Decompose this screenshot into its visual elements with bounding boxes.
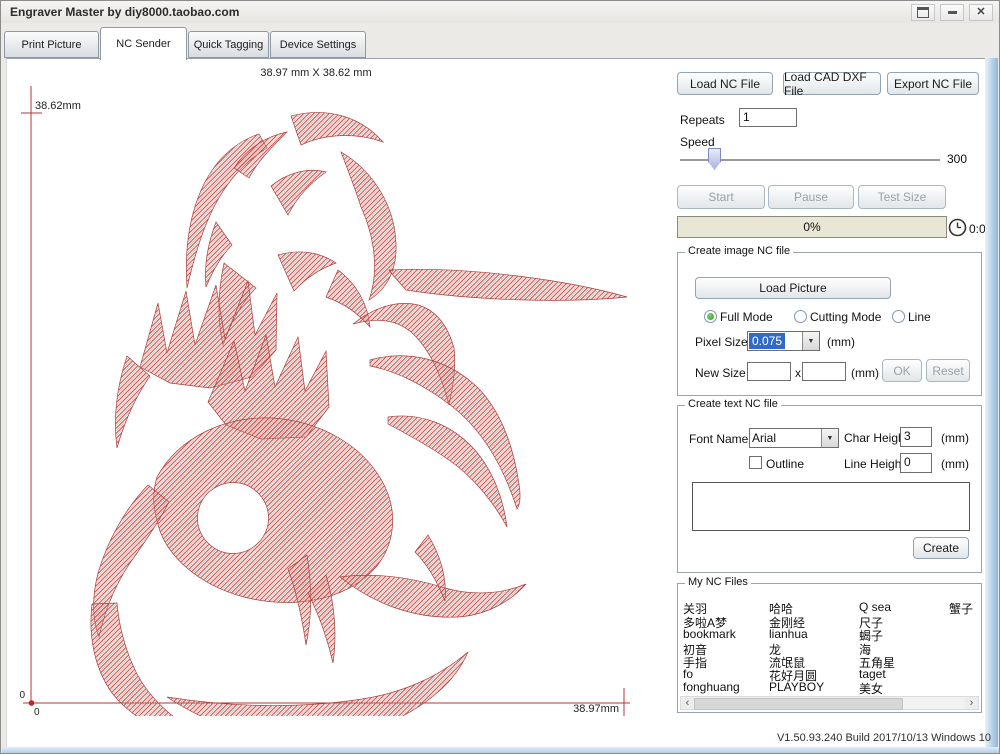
scrollbar-thumb[interactable]	[694, 698, 903, 710]
window-right-edge	[985, 58, 998, 747]
clock-icon	[948, 218, 967, 237]
window-title: Engraver Master by diy8000.taobao.com	[10, 5, 240, 19]
test-size-button[interactable]: Test Size	[858, 185, 946, 209]
nc-file-item[interactable]: lianhua	[769, 627, 808, 641]
radio-line-mode[interactable]	[892, 310, 905, 323]
tab-device-settings[interactable]: Device Settings	[270, 31, 366, 58]
radio-line-mode-label[interactable]: Line	[908, 310, 931, 324]
new-size-label: New Size	[695, 366, 746, 380]
create-image-nc-title: Create image NC file	[685, 245, 794, 257]
nc-files-scrollbar[interactable]: ‹ ›	[680, 696, 979, 710]
text-content-input[interactable]	[692, 482, 970, 531]
outline-checkbox[interactable]	[749, 456, 762, 469]
radio-full-mode-label[interactable]: Full Mode	[720, 310, 773, 324]
rollup-icon	[917, 7, 929, 18]
pixel-size-unit: (mm)	[827, 335, 855, 349]
nc-file-item[interactable]: taget	[859, 667, 886, 681]
origin-zero-bottom: 0	[34, 707, 40, 716]
progress-bar: 0%	[677, 216, 947, 238]
width-ruler-label: 38.97mm	[573, 703, 619, 715]
load-picture-button[interactable]: Load Picture	[695, 277, 891, 299]
title-bar: Engraver Master by diy8000.taobao.com ✕	[1, 1, 999, 23]
height-ruler-label: 38.62mm	[35, 100, 81, 112]
font-name-value: Arial	[752, 431, 777, 445]
repeats-label: Repeats	[680, 113, 725, 127]
char-height-label: Char Height	[844, 431, 909, 445]
radio-cutting-mode[interactable]	[794, 310, 807, 323]
line-height-input[interactable]: 0	[900, 453, 932, 473]
char-height-unit: (mm)	[941, 431, 969, 445]
reset-button[interactable]: Reset	[926, 359, 970, 382]
nc-file-item[interactable]: 美女	[859, 680, 883, 697]
my-nc-files-title: My NC Files	[685, 576, 751, 588]
pixel-size-combo[interactable]: 0.075 ▼	[747, 331, 820, 351]
tab-nc-sender[interactable]: NC Sender	[100, 27, 187, 60]
close-icon: ✕	[976, 6, 986, 18]
close-button[interactable]: ✕	[969, 4, 993, 21]
window-bottom-edge	[2, 747, 999, 753]
app-window: Engraver Master by diy8000.taobao.com ✕ …	[0, 0, 1000, 754]
engraving-canvas[interactable]: 38.62mm 38.97mm 0 0	[9, 56, 669, 716]
window-controls: ✕	[911, 4, 993, 21]
new-size-height-input[interactable]	[802, 362, 846, 381]
speed-label: Speed	[680, 135, 715, 149]
version-status: V1.50.93.240 Build 2017/10/13 Windows 10	[776, 732, 991, 744]
tab-quick-tagging[interactable]: Quick Tagging	[188, 31, 269, 58]
load-nc-file-button[interactable]: Load NC File	[677, 72, 773, 95]
load-cad-dxf-button[interactable]: Load CAD DXF File	[783, 70, 881, 98]
scorpion-artwork	[90, 112, 628, 716]
line-height-unit: (mm)	[941, 457, 969, 471]
nc-file-item[interactable]: PLAYBOY	[769, 680, 824, 694]
origin-zero-top: 0	[19, 690, 25, 701]
rollup-button[interactable]	[911, 4, 935, 21]
outline-label[interactable]: Outline	[766, 457, 804, 471]
origin-dot	[28, 700, 35, 706]
create-text-nc-title: Create text NC file	[685, 398, 781, 410]
scroll-left-icon[interactable]: ‹	[681, 697, 694, 709]
new-size-separator: x	[795, 366, 801, 380]
new-size-width-input[interactable]	[747, 362, 791, 381]
nc-file-item[interactable]: fonghuang	[683, 680, 740, 694]
minimize-icon	[947, 11, 957, 14]
new-size-unit: (mm)	[851, 366, 879, 380]
nc-file-item[interactable]: bookmark	[683, 627, 736, 641]
pause-button[interactable]: Pause	[768, 185, 854, 209]
font-name-dropdown-arrow-icon[interactable]: ▼	[821, 429, 838, 447]
repeats-input[interactable]: 1	[739, 108, 797, 127]
pixel-size-label: Pixel Size	[695, 335, 748, 349]
font-name-label: Font Name	[689, 432, 749, 446]
tab-strip: Print Picture NC Sender Quick Tagging De…	[1, 23, 999, 60]
scroll-right-icon[interactable]: ›	[965, 697, 978, 709]
progress-value: 0%	[803, 220, 821, 234]
nc-file-item[interactable]: Q sea	[859, 600, 891, 614]
tab-print-picture[interactable]: Print Picture	[4, 31, 99, 58]
minimize-button[interactable]	[940, 4, 964, 21]
nc-file-item[interactable]: 蟹子	[949, 600, 973, 617]
export-nc-file-button[interactable]: Export NC File	[887, 72, 979, 95]
pixel-size-dropdown-arrow-icon[interactable]: ▼	[802, 332, 819, 350]
nc-file-item[interactable]: fo	[683, 667, 693, 681]
char-height-input[interactable]: 3	[900, 427, 932, 447]
start-button[interactable]: Start	[677, 185, 765, 209]
pixel-size-value: 0.075	[749, 333, 786, 349]
line-height-label: Line Height	[844, 457, 905, 471]
radio-cutting-mode-label[interactable]: Cutting Mode	[810, 310, 881, 324]
speed-value: 300	[947, 152, 968, 166]
radio-full-mode[interactable]	[704, 310, 717, 323]
create-button[interactable]: Create	[913, 537, 969, 559]
ok-button[interactable]: OK	[882, 359, 922, 382]
font-name-combo[interactable]: Arial ▼	[749, 428, 839, 448]
